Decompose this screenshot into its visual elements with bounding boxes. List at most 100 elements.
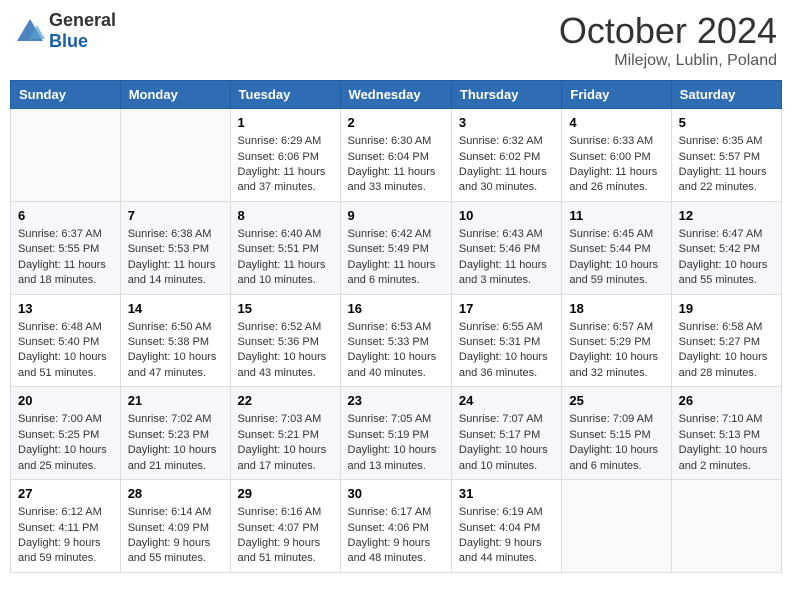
day-info: Sunrise: 7:00 AM Sunset: 5:25 PM Dayligh… xyxy=(18,412,113,474)
day-number: 5 xyxy=(679,114,774,132)
table-row xyxy=(11,109,121,202)
table-row: 23 Sunrise: 7:05 AM Sunset: 5:19 PM Dayli… xyxy=(340,387,451,480)
table-row: 9 Sunrise: 6:42 AM Sunset: 5:49 PM Daylig… xyxy=(340,201,451,294)
day-info: Sunrise: 6:52 AM Sunset: 5:36 PM Dayligh… xyxy=(238,320,333,382)
week-row-5: 27 Sunrise: 6:12 AM Sunset: 4:11 PM Dayli… xyxy=(11,480,782,573)
table-row: 26 Sunrise: 7:10 AM Sunset: 5:13 PM Dayli… xyxy=(671,387,781,480)
header-wednesday: Wednesday xyxy=(340,81,451,109)
day-number: 6 xyxy=(18,207,113,225)
week-row-3: 13 Sunrise: 6:48 AM Sunset: 5:40 PM Dayli… xyxy=(11,294,782,387)
day-number: 16 xyxy=(348,300,444,318)
day-info: Sunrise: 6:50 AM Sunset: 5:38 PM Dayligh… xyxy=(128,320,223,382)
table-row: 5 Sunrise: 6:35 AM Sunset: 5:57 PM Daylig… xyxy=(671,109,781,202)
day-info: Sunrise: 6:30 AM Sunset: 6:04 PM Dayligh… xyxy=(348,134,444,196)
day-info: Sunrise: 6:42 AM Sunset: 5:49 PM Dayligh… xyxy=(348,227,444,289)
table-row: 10Sunrise: 6:43 AM Sunset: 5:46 PM Dayli… xyxy=(451,201,561,294)
table-row: 19 Sunrise: 6:58 AM Sunset: 5:27 PM Dayli… xyxy=(671,294,781,387)
header-thursday: Thursday xyxy=(451,81,561,109)
page-header: General Blue October 2024 Milejow, Lubli… xyxy=(10,10,782,70)
day-number: 25 xyxy=(569,392,663,410)
week-row-1: 1Sunrise: 6:29 AM Sunset: 6:06 PM Daylig… xyxy=(11,109,782,202)
day-number: 17 xyxy=(459,300,554,318)
table-row: 6 Sunrise: 6:37 AM Sunset: 5:55 PM Daylig… xyxy=(11,201,121,294)
day-info: Sunrise: 6:37 AM Sunset: 5:55 PM Dayligh… xyxy=(18,227,113,289)
title-section: October 2024 Milejow, Lublin, Poland xyxy=(559,10,777,70)
month-title: October 2024 xyxy=(559,10,777,52)
logo-icon xyxy=(15,17,45,45)
day-info: Sunrise: 6:33 AM Sunset: 6:00 PM Dayligh… xyxy=(569,134,663,196)
header-tuesday: Tuesday xyxy=(230,81,340,109)
day-number: 19 xyxy=(679,300,774,318)
day-info: Sunrise: 6:32 AM Sunset: 6:02 PM Dayligh… xyxy=(459,134,554,196)
day-number: 26 xyxy=(679,392,774,410)
table-row: 12Sunrise: 6:47 AM Sunset: 5:42 PM Dayli… xyxy=(671,201,781,294)
day-info: Sunrise: 6:35 AM Sunset: 5:57 PM Dayligh… xyxy=(679,134,774,196)
day-number: 9 xyxy=(348,207,444,225)
week-row-4: 20 Sunrise: 7:00 AM Sunset: 5:25 PM Dayli… xyxy=(11,387,782,480)
header-monday: Monday xyxy=(120,81,230,109)
table-row: 2Sunrise: 6:30 AM Sunset: 6:04 PM Daylig… xyxy=(340,109,451,202)
day-info: Sunrise: 7:05 AM Sunset: 5:19 PM Dayligh… xyxy=(348,412,444,474)
day-number: 23 xyxy=(348,392,444,410)
day-number: 22 xyxy=(238,392,333,410)
location-subtitle: Milejow, Lublin, Poland xyxy=(559,52,777,70)
table-row: 27 Sunrise: 6:12 AM Sunset: 4:11 PM Dayli… xyxy=(11,480,121,573)
day-info: Sunrise: 7:07 AM Sunset: 5:17 PM Dayligh… xyxy=(459,412,554,474)
table-row: 11 Sunrise: 6:45 AM Sunset: 5:44 PM Dayli… xyxy=(562,201,671,294)
day-info: Sunrise: 7:10 AM Sunset: 5:13 PM Dayligh… xyxy=(679,412,774,474)
day-info: Sunrise: 6:38 AM Sunset: 5:53 PM Dayligh… xyxy=(128,227,223,289)
table-row: 22Sunrise: 7:03 AM Sunset: 5:21 PM Dayli… xyxy=(230,387,340,480)
logo: General Blue xyxy=(15,10,116,52)
day-number: 30 xyxy=(348,485,444,503)
day-info: Sunrise: 6:48 AM Sunset: 5:40 PM Dayligh… xyxy=(18,320,113,382)
table-row: 13 Sunrise: 6:48 AM Sunset: 5:40 PM Dayli… xyxy=(11,294,121,387)
day-number: 20 xyxy=(18,392,113,410)
day-info: Sunrise: 6:53 AM Sunset: 5:33 PM Dayligh… xyxy=(348,320,444,382)
day-info: Sunrise: 7:02 AM Sunset: 5:23 PM Dayligh… xyxy=(128,412,223,474)
table-row: 30Sunrise: 6:17 AM Sunset: 4:06 PM Dayli… xyxy=(340,480,451,573)
day-number: 24 xyxy=(459,392,554,410)
day-number: 27 xyxy=(18,485,113,503)
day-number: 8 xyxy=(238,207,333,225)
table-row xyxy=(562,480,671,573)
week-row-2: 6 Sunrise: 6:37 AM Sunset: 5:55 PM Daylig… xyxy=(11,201,782,294)
day-number: 7 xyxy=(128,207,223,225)
table-row: 20 Sunrise: 7:00 AM Sunset: 5:25 PM Dayli… xyxy=(11,387,121,480)
header-sunday: Sunday xyxy=(11,81,121,109)
table-row: 25Sunrise: 7:09 AM Sunset: 5:15 PM Dayli… xyxy=(562,387,671,480)
day-number: 4 xyxy=(569,114,663,132)
day-number: 29 xyxy=(238,485,333,503)
day-number: 12 xyxy=(679,207,774,225)
table-row: 21 Sunrise: 7:02 AM Sunset: 5:23 PM Dayli… xyxy=(120,387,230,480)
day-info: Sunrise: 6:58 AM Sunset: 5:27 PM Dayligh… xyxy=(679,320,774,382)
table-row: 14Sunrise: 6:50 AM Sunset: 5:38 PM Dayli… xyxy=(120,294,230,387)
day-info: Sunrise: 6:16 AM Sunset: 4:07 PM Dayligh… xyxy=(238,505,333,567)
table-row xyxy=(671,480,781,573)
table-row: 24 Sunrise: 7:07 AM Sunset: 5:17 PM Dayli… xyxy=(451,387,561,480)
day-number: 28 xyxy=(128,485,223,503)
table-row: 31 Sunrise: 6:19 AM Sunset: 4:04 PM Dayli… xyxy=(451,480,561,573)
day-number: 21 xyxy=(128,392,223,410)
day-info: Sunrise: 6:19 AM Sunset: 4:04 PM Dayligh… xyxy=(459,505,554,567)
table-row: 7 Sunrise: 6:38 AM Sunset: 5:53 PM Daylig… xyxy=(120,201,230,294)
day-number: 31 xyxy=(459,485,554,503)
day-number: 18 xyxy=(569,300,663,318)
logo-text: General Blue xyxy=(49,10,116,52)
table-row xyxy=(120,109,230,202)
table-row: 8Sunrise: 6:40 AM Sunset: 5:51 PM Daylig… xyxy=(230,201,340,294)
day-number: 10 xyxy=(459,207,554,225)
day-number: 3 xyxy=(459,114,554,132)
calendar-table: Sunday Monday Tuesday Wednesday Thursday… xyxy=(10,80,782,573)
header-friday: Friday xyxy=(562,81,671,109)
day-info: Sunrise: 6:12 AM Sunset: 4:11 PM Dayligh… xyxy=(18,505,113,567)
table-row: 4 Sunrise: 6:33 AM Sunset: 6:00 PM Daylig… xyxy=(562,109,671,202)
table-row: 29 Sunrise: 6:16 AM Sunset: 4:07 PM Dayli… xyxy=(230,480,340,573)
table-row: 15 Sunrise: 6:52 AM Sunset: 5:36 PM Dayli… xyxy=(230,294,340,387)
table-row: 1Sunrise: 6:29 AM Sunset: 6:06 PM Daylig… xyxy=(230,109,340,202)
day-number: 13 xyxy=(18,300,113,318)
day-number: 11 xyxy=(569,207,663,225)
day-number: 15 xyxy=(238,300,333,318)
day-info: Sunrise: 6:45 AM Sunset: 5:44 PM Dayligh… xyxy=(569,227,663,289)
header-saturday: Saturday xyxy=(671,81,781,109)
table-row: 3 Sunrise: 6:32 AM Sunset: 6:02 PM Daylig… xyxy=(451,109,561,202)
